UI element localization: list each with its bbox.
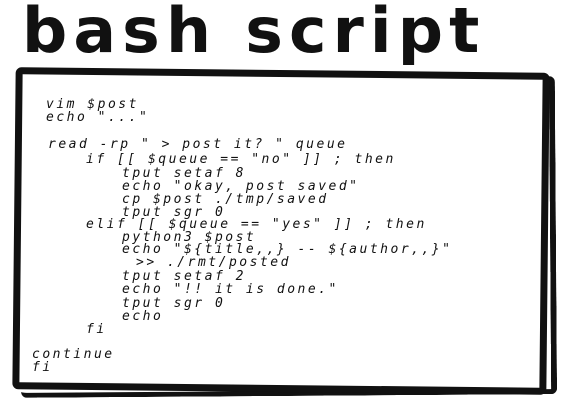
- code-line: fi: [32, 360, 53, 375]
- code-block: vim $post echo "..." read -rp " > post i…: [0, 0, 564, 410]
- code-line: echo: [122, 309, 164, 324]
- sketch-canvas: bash script vim $post echo "..." read -r…: [0, 0, 564, 410]
- code-line: if [[ $queue == "no" ]] ; then: [86, 152, 396, 167]
- code-line: echo "...": [46, 110, 150, 125]
- code-line: >> ./rmt/posted: [136, 255, 291, 270]
- code-line: echo "!! it is done.": [122, 282, 339, 297]
- code-line: read -rp " > post it? " queue: [48, 137, 348, 152]
- code-line: fi: [86, 322, 107, 337]
